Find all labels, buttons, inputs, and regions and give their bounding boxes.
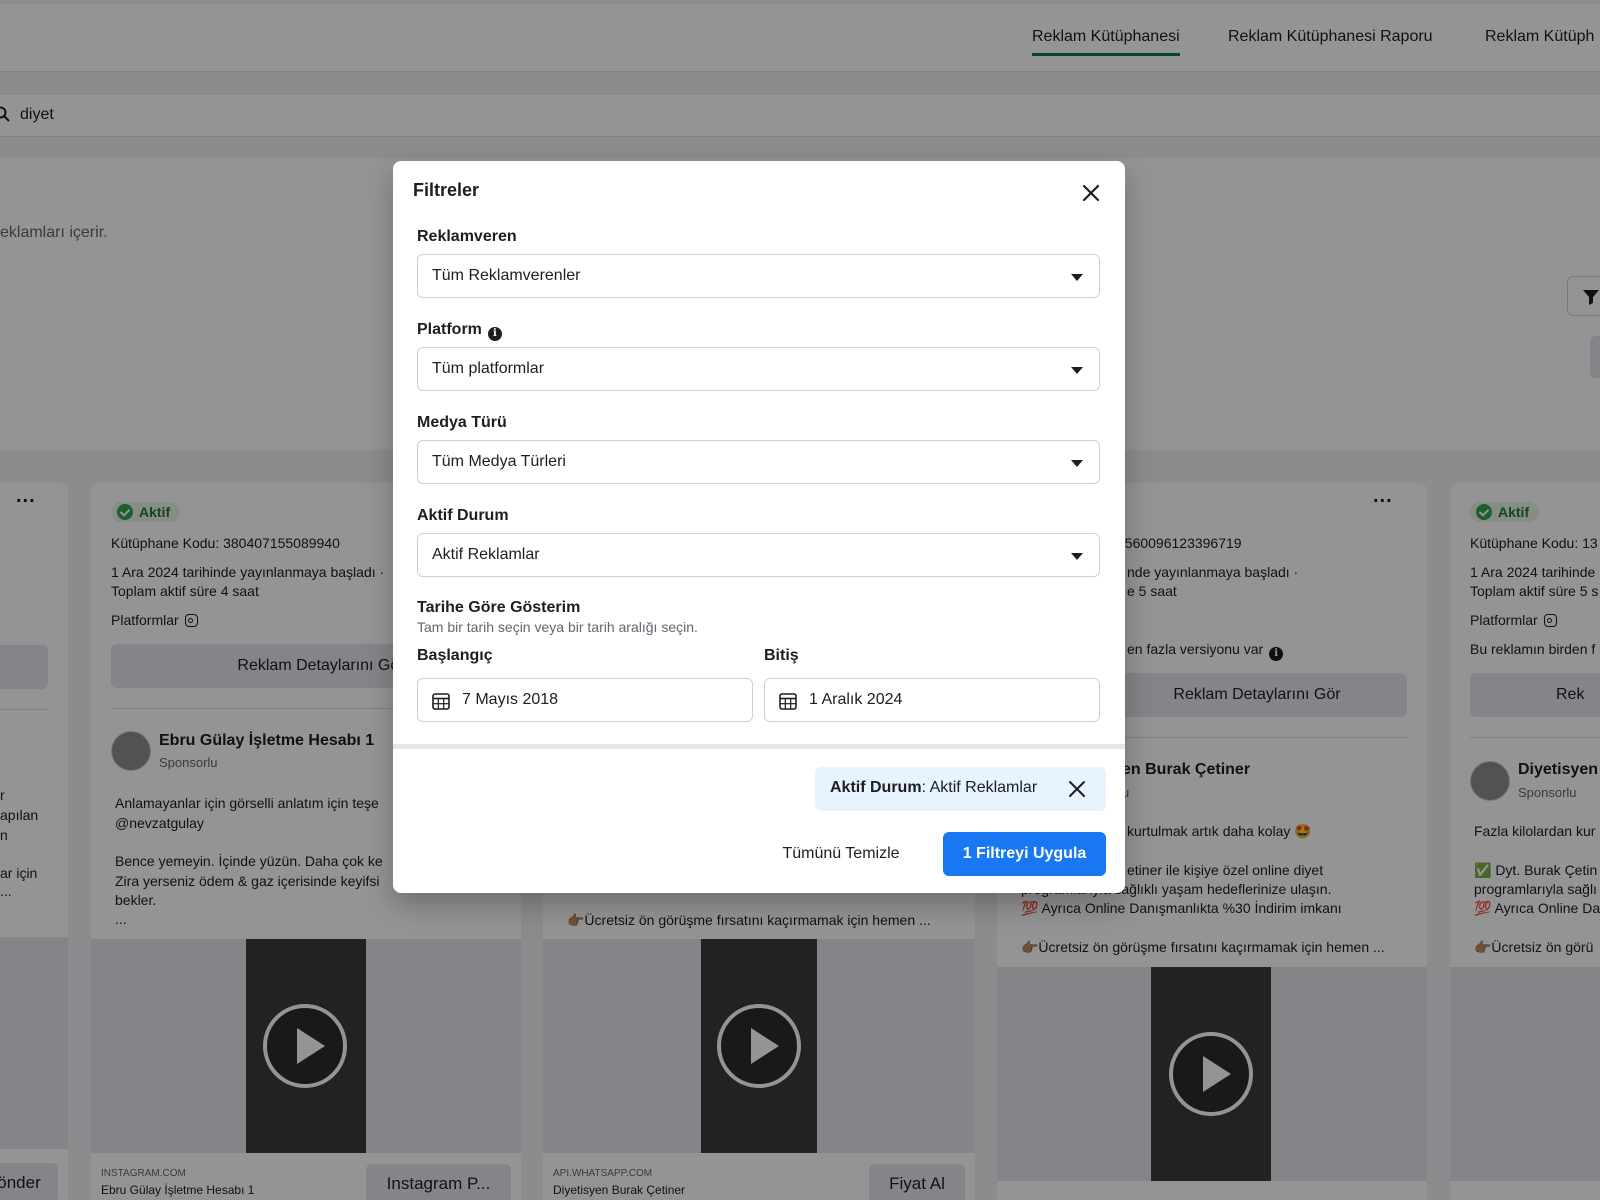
chip-label: Aktif Durum: Aktif Reklamlar [830,779,1037,797]
end-date-value: 1 Aralık 2024 [809,691,903,708]
end-date-input[interactable]: 1 Aralık 2024 [764,678,1100,722]
end-date-label: Bitiş [764,647,799,664]
caret-down-icon [1071,274,1083,281]
date-filter-description: Tam bir tarih seçin veya bir tarih aralı… [417,619,698,635]
filters-dialog: Filtreler Reklamveren Tüm Reklamverenler… [393,161,1125,893]
advertiser-label: Reklamveren [417,228,517,245]
platform-select[interactable]: Tüm platformlar [417,347,1100,391]
advertiser-value: Tüm Reklamverenler [432,267,581,284]
platform-label: Platform i [417,321,502,341]
caret-down-icon [1071,460,1083,467]
caret-down-icon [1071,367,1083,374]
close-icon[interactable] [1079,181,1103,205]
media-type-select[interactable]: Tüm Medya Türleri [417,440,1100,484]
media-type-label: Medya Türü [417,414,507,431]
apply-filters-button[interactable]: 1 Filtreyi Uygula [943,832,1106,876]
platform-label-text: Platform [417,321,482,338]
advertiser-select[interactable]: Tüm Reklamverenler [417,254,1100,298]
info-icon[interactable]: i [487,327,502,341]
calendar-icon [432,693,450,710]
chip-value: : Aktif Reklamlar [921,779,1038,796]
dialog-title: Filtreler [413,180,480,200]
start-date-label: Başlangıç [417,647,493,664]
media-type-value: Tüm Medya Türleri [432,453,566,470]
start-date-value: 7 Mayıs 2018 [462,691,559,708]
dialog-divider [393,744,1125,749]
clear-all-button[interactable]: Tümünü Temizle [771,832,911,876]
active-filter-chip: Aktif Durum: Aktif Reklamlar [815,767,1106,811]
caret-down-icon [1071,553,1083,560]
remove-filter-icon[interactable] [1068,780,1086,798]
active-status-label: Aktif Durum [417,507,509,524]
active-status-value: Aktif Reklamlar [432,546,540,563]
platform-value: Tüm platformlar [432,360,545,377]
active-status-select[interactable]: Aktif Reklamlar [417,533,1100,577]
date-filter-label: Tarihe Göre Gösterim [417,599,581,616]
calendar-icon [779,693,797,710]
chip-key: Aktif Durum [830,779,922,796]
start-date-input[interactable]: 7 Mayıs 2018 [417,678,753,722]
